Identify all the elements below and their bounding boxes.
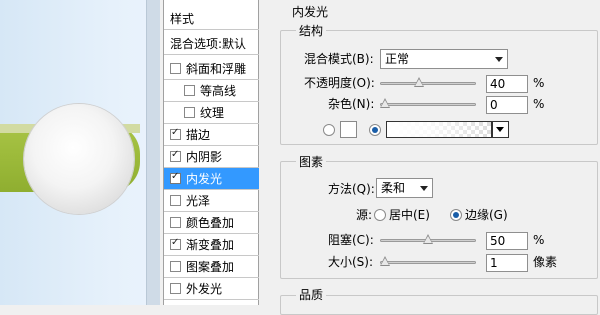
source-edge-radio[interactable] (450, 209, 462, 221)
style-item-label: 混合选项:默认 (170, 37, 247, 51)
chevron-down-icon (495, 57, 503, 62)
noise-slider[interactable] (380, 98, 476, 108)
size-slider[interactable] (380, 256, 476, 266)
layer-styles-list: 样式混合选项:默认斜面和浮雕等高线纹理描边内阴影内发光光泽颜色叠加渐变叠加图案叠… (163, 0, 259, 305)
style-item[interactable]: 样式 (164, 8, 259, 30)
style-checkbox[interactable] (170, 283, 181, 294)
solid-color-radio[interactable] (323, 124, 335, 136)
noise-label: 杂色(N): (328, 97, 375, 111)
style-item[interactable]: 内发光 (164, 168, 259, 190)
style-item[interactable]: 图案叠加 (164, 256, 259, 278)
choke-slider[interactable] (380, 234, 476, 244)
style-checkbox[interactable] (170, 63, 181, 74)
style-item[interactable]: 外发光 (164, 278, 259, 300)
style-item-label: 颜色叠加 (186, 216, 235, 230)
gradient-dropdown-button[interactable] (492, 121, 509, 138)
elements-title: 图素 (296, 155, 327, 169)
style-item[interactable]: 等高线 (164, 80, 259, 102)
style-item-label: 光泽 (186, 194, 211, 208)
slider-track (380, 261, 476, 264)
noise-unit: % (533, 97, 545, 111)
opacity-unit: % (533, 76, 545, 90)
opacity-input[interactable]: 40 (486, 75, 528, 93)
style-item[interactable]: 内阴影 (164, 146, 259, 168)
size-input[interactable]: 1 (486, 254, 528, 272)
canvas-frame-edge (146, 0, 160, 305)
opacity-slider[interactable] (380, 77, 476, 87)
style-checkbox[interactable] (170, 149, 181, 162)
choke-input[interactable]: 50 (486, 232, 528, 250)
panel-gutter (259, 0, 271, 305)
style-item[interactable]: 混合选项:默认 (164, 33, 259, 55)
style-item-label: 斜面和浮雕 (186, 62, 247, 76)
style-item-label: 内阴影 (186, 150, 223, 164)
technique-value: 柔和 (381, 181, 406, 195)
quality-group (280, 295, 598, 315)
source-center-label: 居中(E) (389, 208, 430, 222)
blend-mode-select[interactable]: 正常 (380, 49, 508, 69)
style-checkbox[interactable] (170, 261, 181, 272)
style-item-label: 样式 (170, 12, 195, 26)
inner-glow-title: 内发光 (292, 5, 329, 19)
opacity-label: 不透明度(O): (304, 76, 375, 90)
preview-slider-knob (24, 104, 134, 214)
style-item[interactable]: 描边 (164, 124, 259, 146)
style-checkbox[interactable] (184, 85, 195, 96)
preview-canvas (0, 0, 160, 305)
style-item-label: 外发光 (186, 282, 223, 296)
noise-input[interactable]: 0 (486, 96, 528, 114)
style-item[interactable]: 纹理 (164, 102, 259, 124)
style-item[interactable]: 光泽 (164, 190, 259, 212)
technique-select[interactable]: 柔和 (376, 178, 433, 198)
style-checkbox[interactable] (170, 171, 181, 184)
chevron-down-icon (496, 127, 504, 132)
chevron-down-icon (420, 186, 428, 191)
style-item-label: 内发光 (186, 172, 223, 186)
choke-label: 阻塞(C): (328, 233, 374, 247)
style-checkbox[interactable] (170, 195, 181, 206)
style-checkbox[interactable] (184, 107, 195, 118)
style-item[interactable]: 渐变叠加 (164, 234, 259, 256)
source-edge-label: 边缘(G) (465, 208, 508, 222)
inner-glow-panel: 内发光 结构 混合模式(B): 正常 不透明度(O): 40 % 杂色(N): … (271, 0, 600, 315)
slider-track (380, 82, 476, 85)
style-checkbox[interactable] (170, 127, 181, 140)
style-item-label: 渐变叠加 (186, 238, 235, 252)
quality-title: 品质 (296, 288, 327, 302)
size-label: 大小(S): (328, 255, 374, 269)
blend-mode-value: 正常 (385, 52, 410, 66)
gradient-radio[interactable] (369, 124, 381, 136)
style-item-label: 描边 (186, 128, 211, 142)
color-swatch[interactable] (340, 121, 357, 138)
choke-unit: % (533, 233, 545, 247)
slider-thumb[interactable] (423, 234, 433, 244)
style-checkbox[interactable] (170, 217, 181, 228)
style-item[interactable]: 颜色叠加 (164, 212, 259, 234)
source-center-radio[interactable] (374, 209, 386, 221)
structure-title: 结构 (296, 24, 327, 38)
style-item-label: 纹理 (200, 106, 225, 120)
slider-track (380, 103, 476, 106)
slider-thumb[interactable] (380, 256, 391, 266)
technique-label: 方法(Q): (328, 182, 375, 196)
blend-mode-label: 混合模式(B): (304, 52, 374, 66)
style-item-label: 图案叠加 (186, 260, 235, 274)
size-unit: 像素 (533, 255, 558, 269)
style-checkbox[interactable] (170, 237, 181, 250)
gradient-picker[interactable] (386, 121, 492, 138)
style-item-label: 等高线 (200, 84, 237, 98)
slider-thumb[interactable] (414, 77, 425, 87)
source-label: 源: (356, 208, 373, 222)
slider-thumb[interactable] (380, 98, 390, 108)
style-item[interactable]: 斜面和浮雕 (164, 58, 259, 80)
